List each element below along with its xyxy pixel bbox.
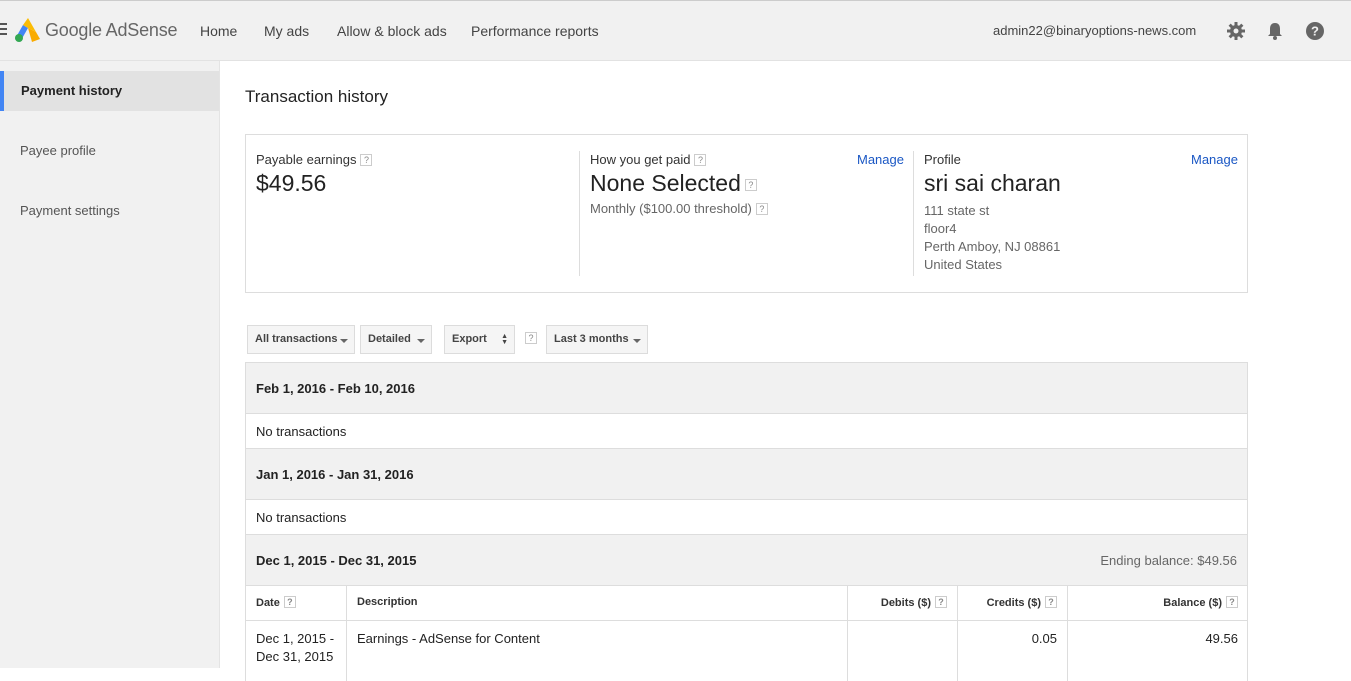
- nav-home[interactable]: Home: [200, 23, 237, 39]
- transaction-type-dropdown[interactable]: All transactions: [247, 325, 355, 354]
- period-header: Feb 1, 2016 - Feb 10, 2016: [246, 363, 1247, 414]
- ending-balance: Ending balance: $49.56: [1100, 553, 1237, 568]
- period-label: Jan 1, 2016 - Jan 31, 2016: [256, 467, 414, 482]
- page-title: Transaction history: [245, 87, 388, 106]
- bell-icon[interactable]: [1265, 21, 1285, 41]
- chevron-down-icon: [417, 339, 425, 343]
- detail-level-dropdown[interactable]: Detailed: [360, 325, 432, 354]
- adsense-logo-icon[interactable]: [14, 18, 40, 42]
- nav-my-ads[interactable]: My ads: [264, 23, 309, 39]
- chevron-down-icon: [633, 339, 641, 343]
- svg-text:?: ?: [1311, 24, 1319, 39]
- address-line: Perth Amboy, NJ 08861: [924, 239, 1061, 254]
- column-header-balance: Balance ($)?: [1068, 586, 1248, 620]
- address-line: United States: [924, 257, 1003, 272]
- help-icon[interactable]: ?: [525, 332, 537, 344]
- transactions-table: Feb 1, 2016 - Feb 10, 2016 No transactio…: [245, 362, 1248, 681]
- profile-name: sri sai charan: [924, 170, 1061, 196]
- top-bar: Google AdSense Home My ads Allow & block…: [0, 0, 1351, 61]
- help-icon[interactable]: ?: [1305, 21, 1325, 41]
- nav-allow-block-ads[interactable]: Allow & block ads: [337, 23, 447, 39]
- profile-section: Profile sri sai charan 111 state st floo…: [924, 152, 1061, 309]
- cell-credits: 0.05: [958, 621, 1068, 681]
- menu-icon[interactable]: [0, 23, 7, 35]
- no-transactions-text: No transactions: [256, 510, 347, 525]
- period-label: Feb 1, 2016 - Feb 10, 2016: [256, 381, 415, 396]
- address-line: floor4: [924, 221, 957, 236]
- column-header-credits: Credits ($)?: [958, 586, 1068, 620]
- date-range-dropdown[interactable]: Last 3 months: [546, 325, 648, 354]
- no-transactions-text: No transactions: [256, 424, 347, 439]
- gear-icon[interactable]: [1226, 21, 1246, 41]
- up-down-arrows-icon: ▲ ▼: [501, 333, 508, 346]
- column-header-debits: Debits ($)?: [848, 586, 958, 620]
- payable-earnings-label: Payable earnings: [256, 152, 357, 167]
- empty-row: No transactions: [246, 414, 1247, 449]
- sidebar-item-payee-profile[interactable]: Payee profile: [0, 131, 219, 171]
- detail-level-label: Detailed: [368, 333, 411, 345]
- payable-earnings-section: Payable earnings? $49.56: [256, 152, 373, 309]
- payment-method-value: None Selected: [590, 170, 741, 196]
- help-icon[interactable]: ?: [283, 596, 296, 608]
- help-icon[interactable]: ?: [755, 203, 768, 215]
- transaction-type-label: All transactions: [255, 333, 338, 345]
- period-label: Dec 1, 2015 - Dec 31, 2015: [256, 553, 417, 568]
- export-label: Export: [452, 333, 487, 345]
- empty-row: No transactions: [246, 500, 1247, 535]
- period-header: Jan 1, 2016 - Jan 31, 2016: [246, 449, 1247, 500]
- nav-performance-reports[interactable]: Performance reports: [471, 23, 599, 39]
- help-icon[interactable]: ?: [1226, 596, 1238, 608]
- column-header-date: Date?: [246, 586, 347, 620]
- table-row: Dec 1, 2015 - Dec 31, 2015 Earnings - AdS…: [246, 621, 1247, 681]
- chevron-down-icon: [340, 339, 348, 343]
- sidebar: Payment history Payee profile Payment se…: [0, 61, 220, 668]
- cell-balance: 49.56: [1205, 631, 1238, 646]
- help-icon[interactable]: ?: [935, 596, 947, 608]
- export-select[interactable]: Export ▲ ▼: [444, 325, 515, 354]
- manage-profile-link[interactable]: Manage: [1191, 152, 1238, 167]
- cell-description: Earnings - AdSense for Content: [347, 621, 848, 681]
- payment-method-section: How you get paid? None Selected? Monthly…: [590, 152, 768, 309]
- date-range-label: Last 3 months: [554, 333, 629, 345]
- period-header: Dec 1, 2015 - Dec 31, 2015 Ending balanc…: [246, 535, 1247, 586]
- divider: [579, 151, 580, 276]
- help-icon[interactable]: ?: [1045, 596, 1057, 608]
- payment-method-label: How you get paid: [590, 152, 691, 167]
- payment-summary-card: Payable earnings? $49.56 How you get pai…: [245, 134, 1248, 293]
- help-icon[interactable]: ?: [744, 179, 757, 191]
- help-icon[interactable]: ?: [694, 154, 707, 166]
- account-email[interactable]: admin22@binaryoptions-news.com: [993, 23, 1196, 38]
- payment-schedule: Monthly ($100.00 threshold): [590, 201, 752, 216]
- divider: [913, 151, 914, 276]
- column-header-description: Description: [347, 586, 848, 620]
- cell-debits: [848, 621, 958, 681]
- sidebar-item-payment-settings[interactable]: Payment settings: [0, 191, 219, 231]
- payable-earnings-value: $49.56: [256, 170, 327, 196]
- sidebar-item-payment-history[interactable]: Payment history: [0, 71, 219, 111]
- table-header-row: Date? Description Debits ($)? Credits ($…: [246, 586, 1247, 621]
- manage-payment-link[interactable]: Manage: [857, 152, 904, 167]
- profile-label: Profile: [924, 152, 961, 167]
- cell-date: Dec 1, 2015 - Dec 31, 2015: [246, 621, 347, 681]
- address-line: 111 state st: [924, 203, 990, 218]
- brand-title[interactable]: Google AdSense: [45, 20, 178, 41]
- help-icon[interactable]: ?: [360, 154, 373, 166]
